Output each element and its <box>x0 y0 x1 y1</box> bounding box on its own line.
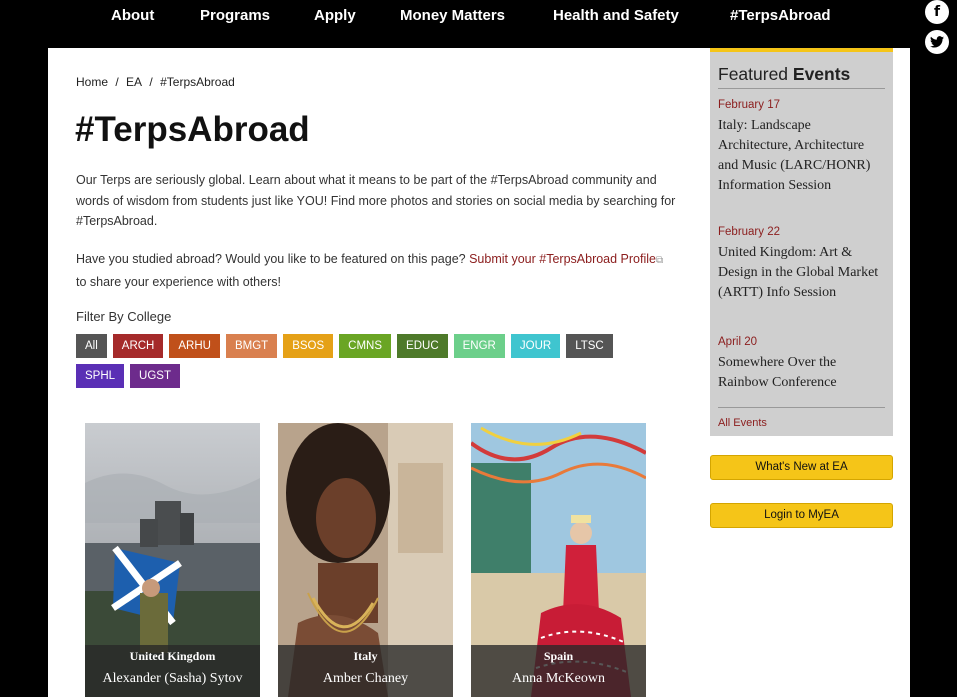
breadcrumb-ea[interactable]: EA <box>126 75 142 89</box>
facebook-icon[interactable]: f <box>925 0 949 24</box>
whats-new-button[interactable]: What's New at EA <box>710 455 893 480</box>
event-date: February 17 <box>718 99 781 111</box>
filter-button-ugst[interactable]: UGST <box>130 364 180 388</box>
filter-button-cmns[interactable]: CMNS <box>339 334 392 358</box>
divider <box>718 407 885 408</box>
profile-caption: Italy Amber Chaney <box>278 645 453 697</box>
nav-money-matters[interactable]: Money Matters <box>400 7 505 24</box>
submit-prompt-prefix: Have you studied abroad? Would you like … <box>76 252 470 266</box>
profile-caption: United Kingdom Alexander (Sasha) Sytov <box>85 645 260 697</box>
profile-name: Anna McKeown <box>512 671 605 686</box>
featured-events-title: Featured Events <box>718 64 850 85</box>
twitter-icon[interactable] <box>925 30 949 54</box>
twitter-bird-icon <box>930 36 944 48</box>
filter-button-educ[interactable]: EDUC <box>397 334 448 358</box>
nav-apply[interactable]: Apply <box>314 7 356 24</box>
filter-button-all[interactable]: All <box>76 334 107 358</box>
breadcrumb: Home / EA / #TerpsAbroad <box>76 75 239 89</box>
login-myea-button[interactable]: Login to MyEA <box>710 503 893 528</box>
profile-card[interactable]: Italy Amber Chaney <box>278 423 453 697</box>
event-title[interactable]: United Kingdom: Art & Design in the Glob… <box>718 243 886 303</box>
submit-prompt-suffix: to share your experience with others! <box>76 274 281 289</box>
facebook-glyph: f <box>933 4 941 20</box>
nav-programs[interactable]: Programs <box>200 7 270 24</box>
filter-button-ltsc[interactable]: LTSC <box>566 334 613 358</box>
intro-text: Our Terps are seriously global. Learn ab… <box>76 173 676 228</box>
top-nav: About Programs Apply Money Matters Healt… <box>0 0 957 38</box>
nav-health-safety[interactable]: Health and Safety <box>553 7 679 24</box>
page-title: #TerpsAbroad <box>75 110 310 149</box>
filter-button-bsos[interactable]: BSOS <box>283 334 334 358</box>
profile-card[interactable]: Spain Anna McKeown <box>471 423 646 697</box>
sidebar: Featured Events February 17 Italy: Lands… <box>692 48 910 697</box>
filter-button-bmgt[interactable]: BMGT <box>225 334 278 358</box>
profile-country: United Kingdom <box>129 649 216 663</box>
filter-label: Filter By College <box>76 309 172 324</box>
filter-button-arhu[interactable]: ARHU <box>169 334 220 358</box>
event-date: February 22 <box>718 226 781 238</box>
divider <box>718 88 885 89</box>
all-events-link[interactable]: All Events <box>718 417 767 429</box>
profile-country: Spain <box>543 649 574 663</box>
profile-country: Italy <box>353 649 378 663</box>
nav-terps-abroad[interactable]: #TerpsAbroad <box>730 7 831 24</box>
event-title[interactable]: Somewhere Over the Rainbow Conference <box>718 353 886 393</box>
submit-prompt: Have you studied abroad? Would you like … <box>76 249 676 292</box>
events-title-light: Featured <box>718 64 793 84</box>
main-content: Home / EA / #TerpsAbroad #TerpsAbroad Ou… <box>48 48 692 697</box>
event-date: April 20 <box>718 336 757 348</box>
filter-button-engr[interactable]: ENGR <box>453 334 505 358</box>
filter-button-sphl[interactable]: SPHL <box>76 364 125 388</box>
profile-name: Alexander (Sasha) Sytov <box>102 671 243 686</box>
profile-card[interactable]: United Kingdom Alexander (Sasha) Sytov <box>85 423 260 697</box>
breadcrumb-current: #TerpsAbroad <box>160 75 235 89</box>
submit-profile-link[interactable]: Submit your #TerpsAbroad Profile <box>469 252 656 266</box>
event-title[interactable]: Italy: Landscape Architecture, Architect… <box>718 116 886 196</box>
profile-name: Amber Chaney <box>322 671 409 686</box>
nav-about[interactable]: About <box>111 7 154 24</box>
breadcrumb-home[interactable]: Home <box>76 75 108 89</box>
filter-button-arch[interactable]: ARCH <box>112 334 164 358</box>
events-title-bold: Events <box>792 64 851 84</box>
featured-events-box: Featured Events February 17 Italy: Lands… <box>710 48 893 436</box>
breadcrumb-separator: / <box>115 75 119 89</box>
breadcrumb-separator: / <box>149 75 153 89</box>
filter-button-jour[interactable]: JOUR <box>510 334 561 358</box>
external-link-icon: ⧉ <box>656 255 664 266</box>
profile-caption: Spain Anna McKeown <box>471 645 646 697</box>
profile-cards: United Kingdom Alexander (Sasha) Sytov I… <box>85 423 646 697</box>
college-filters: All ARCH ARHU BMGT BSOS CMNS EDUC ENGR JOUR LTSC S… <box>76 334 656 388</box>
